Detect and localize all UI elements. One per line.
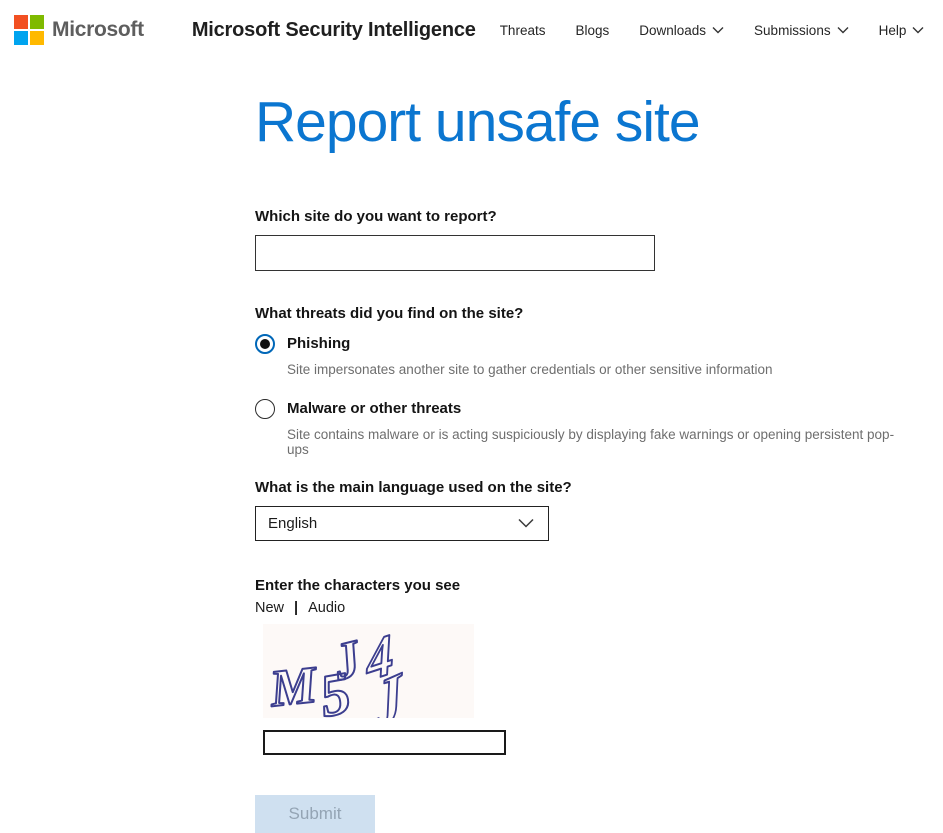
- chevron-down-icon: [837, 26, 849, 34]
- captcha-input[interactable]: [263, 730, 506, 755]
- captcha-new-link[interactable]: New: [255, 600, 284, 616]
- nav-label: Blogs: [575, 23, 609, 38]
- threats-question-label: What threats did you find on the site?: [255, 305, 895, 322]
- nav-label: Downloads: [639, 23, 706, 38]
- nav-label: Submissions: [754, 23, 831, 38]
- report-form: Report unsafe site Which site do you wan…: [255, 90, 895, 833]
- logo-square-green: [30, 15, 44, 29]
- malware-description: Site contains malware or is acting suspi…: [287, 427, 895, 457]
- captcha-links-divider: |: [294, 600, 298, 616]
- site-question-label: Which site do you want to report?: [255, 208, 895, 225]
- header: Microsoft Microsoft Security Intelligenc…: [0, 0, 943, 56]
- logo-square-yellow: [30, 31, 44, 45]
- site-url-input[interactable]: [255, 235, 655, 271]
- nav-item-blogs[interactable]: Blogs: [575, 23, 609, 38]
- captcha-audio-link[interactable]: Audio: [308, 600, 345, 616]
- chevron-down-icon: [712, 26, 724, 34]
- svg-text:M: M: [266, 656, 321, 718]
- language-selected-value: English: [268, 515, 317, 532]
- logo-square-blue: [14, 31, 28, 45]
- language-select[interactable]: English: [255, 506, 549, 541]
- nav-label: Help: [879, 23, 907, 38]
- chevron-down-icon: [518, 518, 534, 528]
- radio-option-phishing[interactable]: Phishing: [255, 334, 895, 354]
- captcha-label: Enter the characters you see: [255, 577, 895, 594]
- microsoft-logo-icon[interactable]: [14, 15, 44, 45]
- nav-item-downloads[interactable]: Downloads: [639, 23, 724, 38]
- captcha-image: J 4 M 5 J: [263, 624, 474, 718]
- nav-item-help[interactable]: Help: [879, 23, 925, 38]
- logo-square-red: [14, 15, 28, 29]
- site-brand-title[interactable]: Microsoft Security Intelligence: [192, 19, 476, 42]
- radio-label-phishing[interactable]: Phishing: [287, 335, 350, 352]
- phishing-description: Site impersonates another site to gather…: [287, 362, 895, 377]
- radio-button-selected[interactable]: [255, 334, 275, 354]
- nav-label: Threats: [500, 23, 546, 38]
- page-title: Report unsafe site: [255, 90, 895, 156]
- chevron-down-icon: [912, 26, 924, 34]
- main-nav: Threats Blogs Downloads Submissions Help: [500, 23, 925, 38]
- radio-label-malware[interactable]: Malware or other threats: [287, 400, 461, 417]
- radio-option-malware[interactable]: Malware or other threats: [255, 399, 895, 419]
- nav-item-submissions[interactable]: Submissions: [754, 23, 849, 38]
- microsoft-wordmark[interactable]: Microsoft: [52, 18, 144, 42]
- radio-button-unselected[interactable]: [255, 399, 275, 419]
- language-question-label: What is the main language used on the si…: [255, 479, 895, 496]
- nav-item-threats[interactable]: Threats: [500, 23, 546, 38]
- radio-dot: [260, 339, 270, 349]
